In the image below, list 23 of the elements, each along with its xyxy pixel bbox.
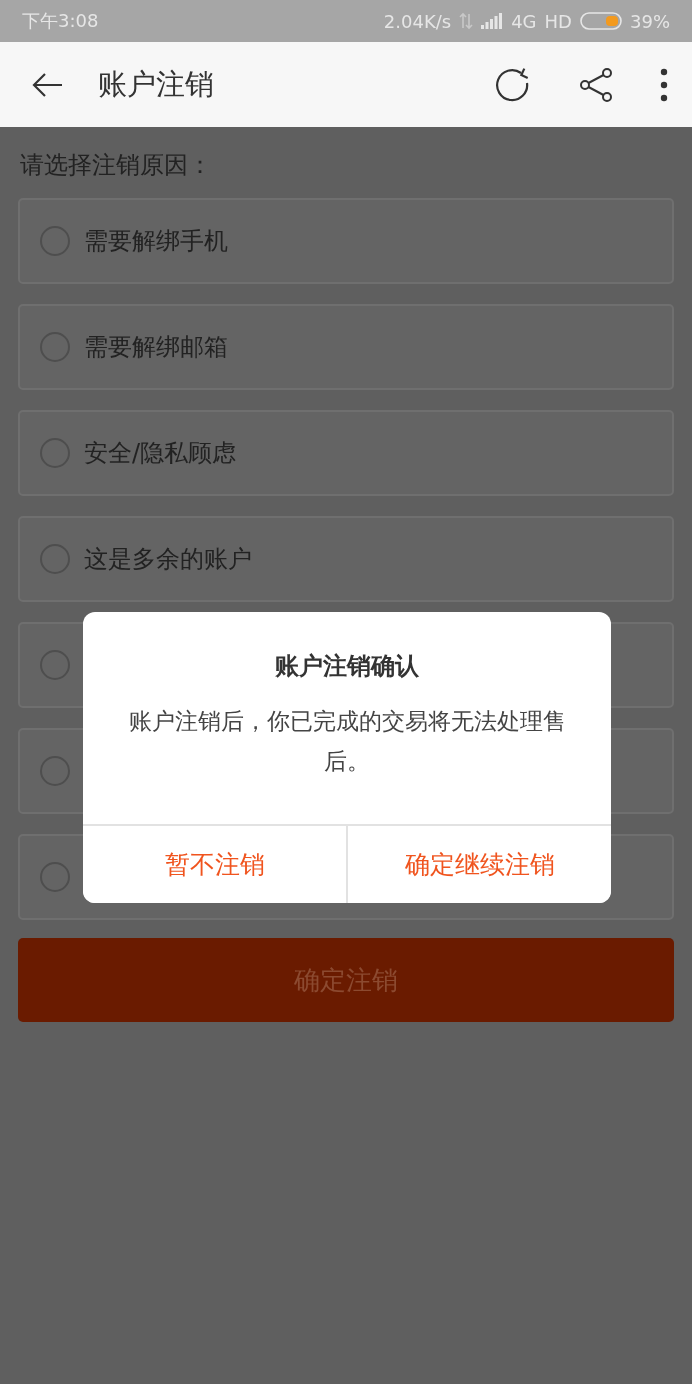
dialog-message: 账户注销后，你已完成的交易将无法处理售后。 xyxy=(127,707,567,776)
battery-percent: 39% xyxy=(630,10,670,32)
option-label: 安全/隐私顾虑 xyxy=(84,438,237,469)
reason-option[interactable]: 安全/隐私顾虑 xyxy=(18,410,674,496)
data-transfer-icon xyxy=(459,12,474,30)
continue-button[interactable]: 确定继续注销 xyxy=(346,826,611,903)
dialog-title: 账户注销确认 xyxy=(275,651,419,681)
option-label: 需要解绑手机 xyxy=(84,226,228,257)
option-label: 这是多余的账户 xyxy=(84,544,252,575)
network-type: 4G xyxy=(511,10,537,32)
reason-prompt: 请选择注销原因： xyxy=(20,150,213,181)
reason-option[interactable]: 需要解绑手机 xyxy=(18,198,674,284)
reason-option[interactable]: 需要解绑邮箱 xyxy=(18,304,674,390)
network-speed: 2.04K/s xyxy=(383,10,452,32)
more-button[interactable] xyxy=(660,67,668,102)
signal-icon xyxy=(481,13,504,29)
share-button[interactable] xyxy=(578,66,614,103)
battery-icon xyxy=(580,12,622,30)
option-label: 需要解绑邮箱 xyxy=(84,332,228,363)
hd-label: HD xyxy=(544,10,572,32)
reason-option[interactable]: 这是多余的账户 xyxy=(18,516,674,602)
clock-time: 下午3:08 xyxy=(22,9,99,33)
page-title: 账户注销 xyxy=(98,65,215,103)
